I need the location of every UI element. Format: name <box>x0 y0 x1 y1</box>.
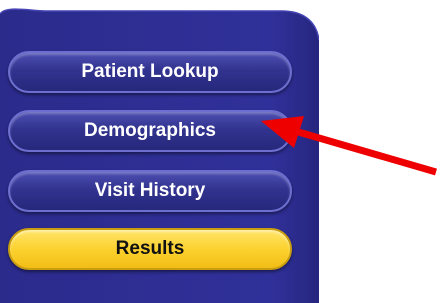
results-button[interactable]: Results <box>8 228 292 270</box>
demographics-button[interactable]: Demographics <box>8 110 292 152</box>
visit-history-button[interactable]: Visit History <box>8 170 292 212</box>
patient-lookup-button[interactable]: Patient Lookup <box>8 51 292 93</box>
results-label: Results <box>115 238 185 259</box>
visit-history-label: Visit History <box>94 180 206 201</box>
demographics-label: Demographics <box>84 120 216 141</box>
patient-lookup-label: Patient Lookup <box>81 61 219 82</box>
screenshot-stage: Patient Lookup Demographics Visit Histor… <box>0 0 445 303</box>
